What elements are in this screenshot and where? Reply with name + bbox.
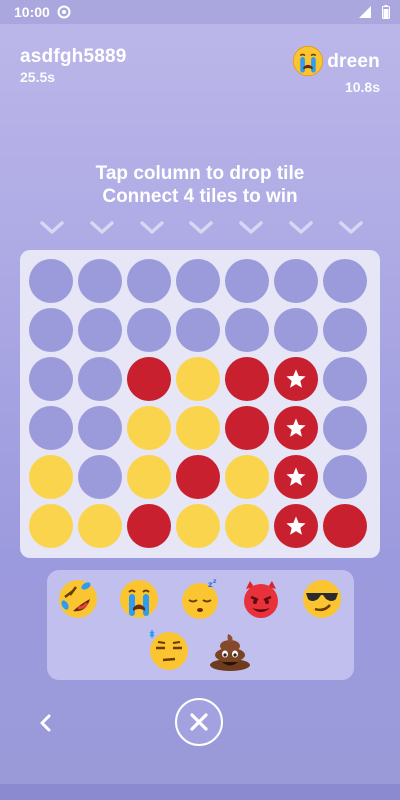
- chevron-down-icon: [139, 221, 164, 234]
- yellow-tile[interactable]: [176, 504, 220, 548]
- yellow-tile[interactable]: [176, 406, 220, 450]
- empty-slot[interactable]: [176, 259, 220, 303]
- status-icons: [358, 4, 390, 20]
- empty-slot[interactable]: [274, 259, 318, 303]
- red-tile[interactable]: [225, 406, 269, 450]
- yellow-tile[interactable]: [225, 504, 269, 548]
- loudly-crying-emoji-icon[interactable]: [117, 577, 161, 621]
- star-icon: [286, 516, 306, 535]
- yellow-tile[interactable]: [225, 455, 269, 499]
- app-notification-icon: [57, 5, 71, 19]
- chevron-down-icon: [289, 221, 313, 234]
- player-left-name: asdfgh5889: [20, 46, 127, 67]
- drop-column-2-button[interactable]: [80, 220, 124, 240]
- empty-slot[interactable]: [323, 455, 367, 499]
- emoji-panel: z z: [47, 570, 354, 680]
- empty-slot[interactable]: [323, 308, 367, 352]
- player-right-name: dreen: [327, 51, 380, 72]
- red-tile[interactable]: [176, 455, 220, 499]
- player-right: dreen 10.8s: [291, 45, 380, 95]
- empty-slot[interactable]: [29, 308, 73, 352]
- red-tile[interactable]: [127, 357, 171, 401]
- player-left-timer: 25.5s: [20, 69, 56, 85]
- player-right-timer: 10.8s: [344, 79, 380, 95]
- yellow-tile[interactable]: [127, 455, 171, 499]
- red-tile-winning[interactable]: [274, 406, 318, 450]
- signal-icon: [359, 6, 371, 18]
- game-board: [20, 250, 380, 558]
- star-icon: [286, 467, 306, 486]
- player-left: asdfgh5889 25.5s: [20, 46, 127, 85]
- red-tile[interactable]: [323, 504, 367, 548]
- empty-slot[interactable]: [225, 259, 269, 303]
- drop-column-7-button[interactable]: [329, 220, 373, 240]
- battery-icon: [382, 5, 390, 19]
- yellow-tile[interactable]: [78, 504, 122, 548]
- empty-slot[interactable]: [176, 308, 220, 352]
- close-game-button[interactable]: [175, 698, 223, 746]
- drop-column-4-button[interactable]: [179, 220, 223, 240]
- annoyed-face-emoji-icon[interactable]: [147, 628, 191, 672]
- instruction-line-1: Tap column to drop tile: [95, 163, 305, 184]
- column-arrows: [30, 220, 373, 240]
- red-tile-winning[interactable]: [274, 357, 318, 401]
- yellow-tile[interactable]: [127, 406, 171, 450]
- chevron-down-icon: [90, 221, 114, 234]
- status-time: 10:00: [14, 4, 50, 20]
- cool-sunglasses-emoji-icon[interactable]: [300, 577, 344, 621]
- chevron-down-icon: [239, 221, 264, 234]
- chevron-down-icon: [40, 221, 64, 234]
- yellow-tile[interactable]: [176, 357, 220, 401]
- crying-face-icon: [293, 45, 324, 77]
- drop-column-5-button[interactable]: [229, 220, 273, 240]
- status-bar: 10:00: [0, 0, 400, 24]
- empty-slot[interactable]: [78, 357, 122, 401]
- yellow-tile[interactable]: [29, 504, 73, 548]
- rolling-laughing-emoji-icon[interactable]: [56, 577, 100, 621]
- empty-slot[interactable]: [78, 259, 122, 303]
- empty-slot[interactable]: [29, 406, 73, 450]
- empty-slot[interactable]: [127, 259, 171, 303]
- drop-column-6-button[interactable]: [279, 220, 323, 240]
- close-icon: [190, 713, 208, 731]
- empty-slot[interactable]: [127, 308, 171, 352]
- smiling-devil-emoji-icon[interactable]: [239, 577, 283, 621]
- empty-slot[interactable]: [29, 259, 73, 303]
- empty-slot[interactable]: [274, 308, 318, 352]
- empty-slot[interactable]: [323, 259, 367, 303]
- empty-slot[interactable]: [323, 406, 367, 450]
- red-tile[interactable]: [225, 357, 269, 401]
- empty-slot[interactable]: [225, 308, 269, 352]
- back-chevron-icon[interactable]: [36, 712, 56, 734]
- empty-slot[interactable]: [78, 406, 122, 450]
- red-tile-winning[interactable]: [274, 455, 318, 499]
- drop-column-1-button[interactable]: [30, 220, 74, 240]
- star-icon: [286, 418, 306, 437]
- yellow-tile[interactable]: [29, 455, 73, 499]
- sleeping-emoji-icon[interactable]: z z: [178, 577, 222, 621]
- instruction-line-2: Connect 4 tiles to win: [102, 186, 298, 207]
- red-tile-winning[interactable]: [274, 504, 318, 548]
- empty-slot[interactable]: [78, 455, 122, 499]
- empty-slot[interactable]: [78, 308, 122, 352]
- drop-column-3-button[interactable]: [130, 220, 174, 240]
- star-icon: [286, 369, 306, 388]
- svg-text:z: z: [213, 578, 217, 585]
- system-nav-bar: [0, 784, 400, 800]
- chevron-down-icon: [339, 221, 363, 234]
- empty-slot[interactable]: [323, 357, 367, 401]
- poop-emoji-icon[interactable]: [208, 628, 252, 672]
- chevron-down-icon: [189, 221, 214, 234]
- instructions: Tap column to drop tile Connect 4 tiles …: [0, 162, 400, 208]
- empty-slot[interactable]: [29, 357, 73, 401]
- red-tile[interactable]: [127, 504, 171, 548]
